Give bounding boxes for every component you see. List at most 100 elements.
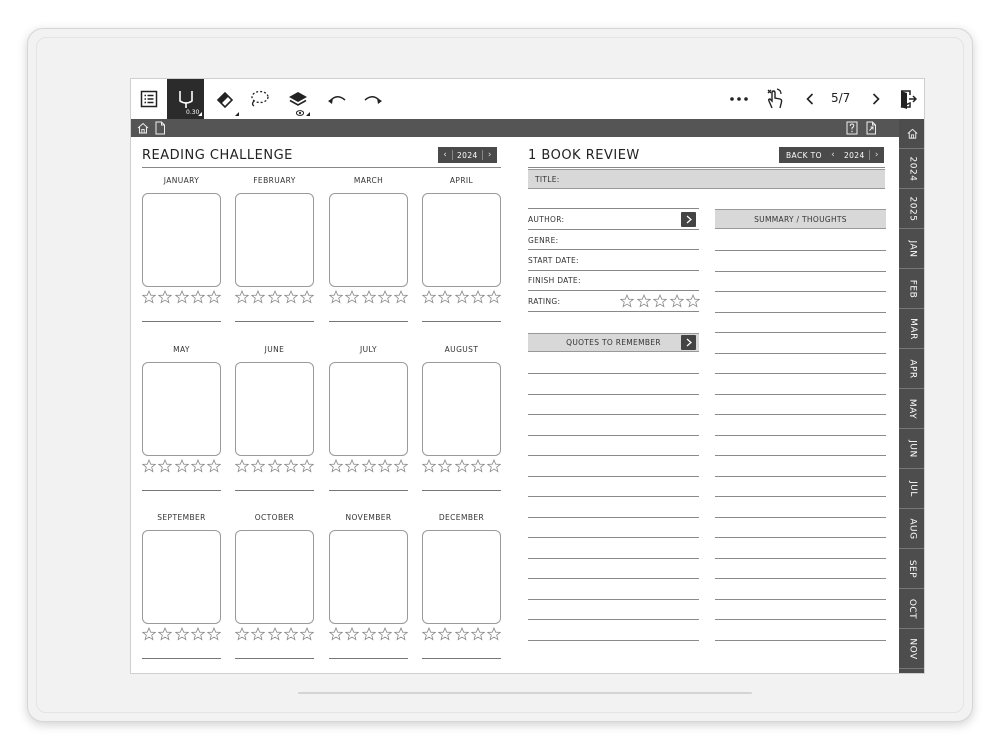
star-icon[interactable] [142, 290, 156, 304]
book-cover-box[interactable] [329, 362, 408, 456]
star-icon[interactable] [487, 290, 501, 304]
rating-stars[interactable] [235, 290, 314, 304]
star-icon[interactable] [329, 627, 343, 641]
book-title-line[interactable] [142, 321, 221, 322]
side-tab-apr[interactable]: APR [899, 349, 924, 389]
eraser-button[interactable] [211, 79, 239, 119]
rating-stars[interactable] [422, 459, 501, 473]
star-icon[interactable] [361, 459, 376, 473]
book-cover-box[interactable] [142, 362, 221, 456]
redo-button[interactable] [359, 79, 387, 119]
star-icon[interactable] [329, 290, 343, 304]
star-icon[interactable] [377, 290, 392, 304]
side-tab-nov[interactable]: NOV [899, 629, 924, 669]
more-button[interactable] [727, 79, 751, 119]
star-icon[interactable] [142, 459, 156, 473]
home-icon[interactable] [136, 121, 150, 135]
star-icon[interactable] [438, 290, 453, 304]
star-icon[interactable] [251, 459, 266, 473]
star-icon[interactable] [190, 290, 205, 304]
touch-toggle-button[interactable] [761, 79, 789, 119]
star-icon[interactable] [422, 627, 436, 641]
title-field[interactable]: TITLE: [528, 169, 885, 189]
rating-stars[interactable] [422, 627, 501, 641]
book-title-line[interactable] [422, 490, 501, 491]
rating-stars[interactable] [620, 294, 700, 308]
rating-stars[interactable] [329, 627, 408, 641]
star-icon[interactable] [142, 627, 156, 641]
star-icon[interactable] [487, 459, 501, 473]
star-icon[interactable] [283, 627, 298, 641]
layers-button[interactable] [283, 79, 313, 119]
field-line[interactable] [528, 270, 699, 271]
rating-stars[interactable] [235, 627, 314, 641]
side-tab-2024[interactable]: 2024 [899, 149, 924, 189]
book-cover-box[interactable] [329, 193, 408, 287]
side-tab-sep[interactable]: SEP [899, 549, 924, 589]
star-icon[interactable] [300, 627, 314, 641]
toc-button[interactable] [135, 79, 163, 119]
prev-year-button[interactable]: ‹ [438, 150, 452, 160]
star-icon[interactable] [438, 627, 453, 641]
star-icon[interactable] [438, 459, 453, 473]
star-icon[interactable] [470, 627, 485, 641]
star-icon[interactable] [454, 459, 469, 473]
star-icon[interactable] [174, 459, 189, 473]
book-title-line[interactable] [235, 490, 314, 491]
book-cover-box[interactable] [142, 193, 221, 287]
author-go-button[interactable] [681, 212, 696, 227]
next-year-button[interactable]: › [870, 150, 884, 160]
star-icon[interactable] [158, 627, 173, 641]
rating-stars[interactable] [142, 459, 221, 473]
star-icon[interactable] [174, 627, 189, 641]
book-cover-box[interactable] [235, 530, 314, 624]
page-icon[interactable] [154, 121, 166, 135]
book-title-line[interactable] [329, 490, 408, 491]
star-icon[interactable] [345, 290, 360, 304]
star-icon[interactable] [377, 459, 392, 473]
side-tab-jun[interactable]: JUN [899, 429, 924, 469]
star-icon[interactable] [470, 290, 485, 304]
star-icon[interactable] [653, 294, 667, 308]
star-icon[interactable] [251, 627, 266, 641]
book-title-line[interactable] [235, 321, 314, 322]
page-link-icon[interactable] [865, 121, 878, 135]
book-title-line[interactable] [329, 658, 408, 659]
star-icon[interactable] [267, 459, 282, 473]
star-icon[interactable] [207, 627, 221, 641]
star-icon[interactable] [158, 459, 173, 473]
quotes-go-button[interactable] [681, 335, 696, 350]
star-icon[interactable] [361, 627, 376, 641]
side-tab-jan[interactable]: JAN [899, 229, 924, 269]
star-icon[interactable] [283, 459, 298, 473]
undo-button[interactable] [323, 79, 351, 119]
side-tab-jul[interactable]: JUL [899, 469, 924, 509]
star-icon[interactable] [158, 290, 173, 304]
back-to-year[interactable]: BACK TO ‹ 2024 › [779, 147, 884, 163]
star-icon[interactable] [422, 290, 436, 304]
star-icon[interactable] [267, 290, 282, 304]
side-tab-aug[interactable]: AUG [899, 509, 924, 549]
prev-page-button[interactable] [801, 79, 819, 119]
help-icon[interactable] [846, 121, 858, 135]
book-cover-box[interactable] [422, 193, 501, 287]
star-icon[interactable] [345, 459, 360, 473]
star-icon[interactable] [190, 627, 205, 641]
star-icon[interactable] [207, 290, 221, 304]
lasso-button[interactable] [245, 79, 273, 119]
book-title-line[interactable] [329, 321, 408, 322]
star-icon[interactable] [235, 290, 249, 304]
star-icon[interactable] [686, 294, 700, 308]
star-icon[interactable] [235, 459, 249, 473]
star-icon[interactable] [636, 294, 651, 308]
star-icon[interactable] [300, 459, 314, 473]
star-icon[interactable] [235, 627, 249, 641]
rating-stars[interactable] [142, 290, 221, 304]
star-icon[interactable] [329, 459, 343, 473]
field-line[interactable] [528, 249, 699, 250]
next-year-button[interactable]: › [483, 150, 497, 160]
side-tab-oct[interactable]: OCT [899, 589, 924, 629]
exit-button[interactable] [895, 79, 921, 119]
star-icon[interactable] [377, 627, 392, 641]
side-tab-home[interactable] [899, 119, 924, 149]
